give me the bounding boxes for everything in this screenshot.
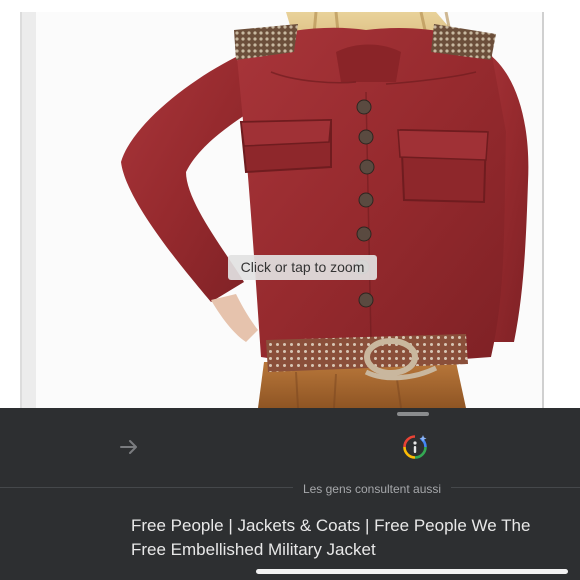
viewer-frame-left: [20, 12, 36, 408]
google-lens-icon[interactable]: [400, 432, 430, 462]
result-title-link[interactable]: Free People | Jackets & Coats | Free Peo…: [131, 514, 551, 562]
sheet-drag-handle[interactable]: [397, 412, 429, 416]
home-indicator: [256, 569, 568, 574]
zoom-hint[interactable]: Click or tap to zoom: [228, 255, 377, 280]
section-label: Les gens consultent aussi: [0, 482, 580, 496]
section-label-text: Les gens consultent aussi: [292, 482, 452, 496]
product-image[interactable]: [36, 12, 542, 408]
image-viewer: Click or tap to zoom: [0, 0, 580, 408]
viewer-frame-right: [542, 12, 544, 408]
page: Click or tap to zoom Les gens consultent…: [0, 0, 580, 580]
bottom-sheet: Les gens consultent aussi Free People | …: [0, 408, 580, 580]
arrow-right-icon[interactable]: [114, 432, 144, 462]
